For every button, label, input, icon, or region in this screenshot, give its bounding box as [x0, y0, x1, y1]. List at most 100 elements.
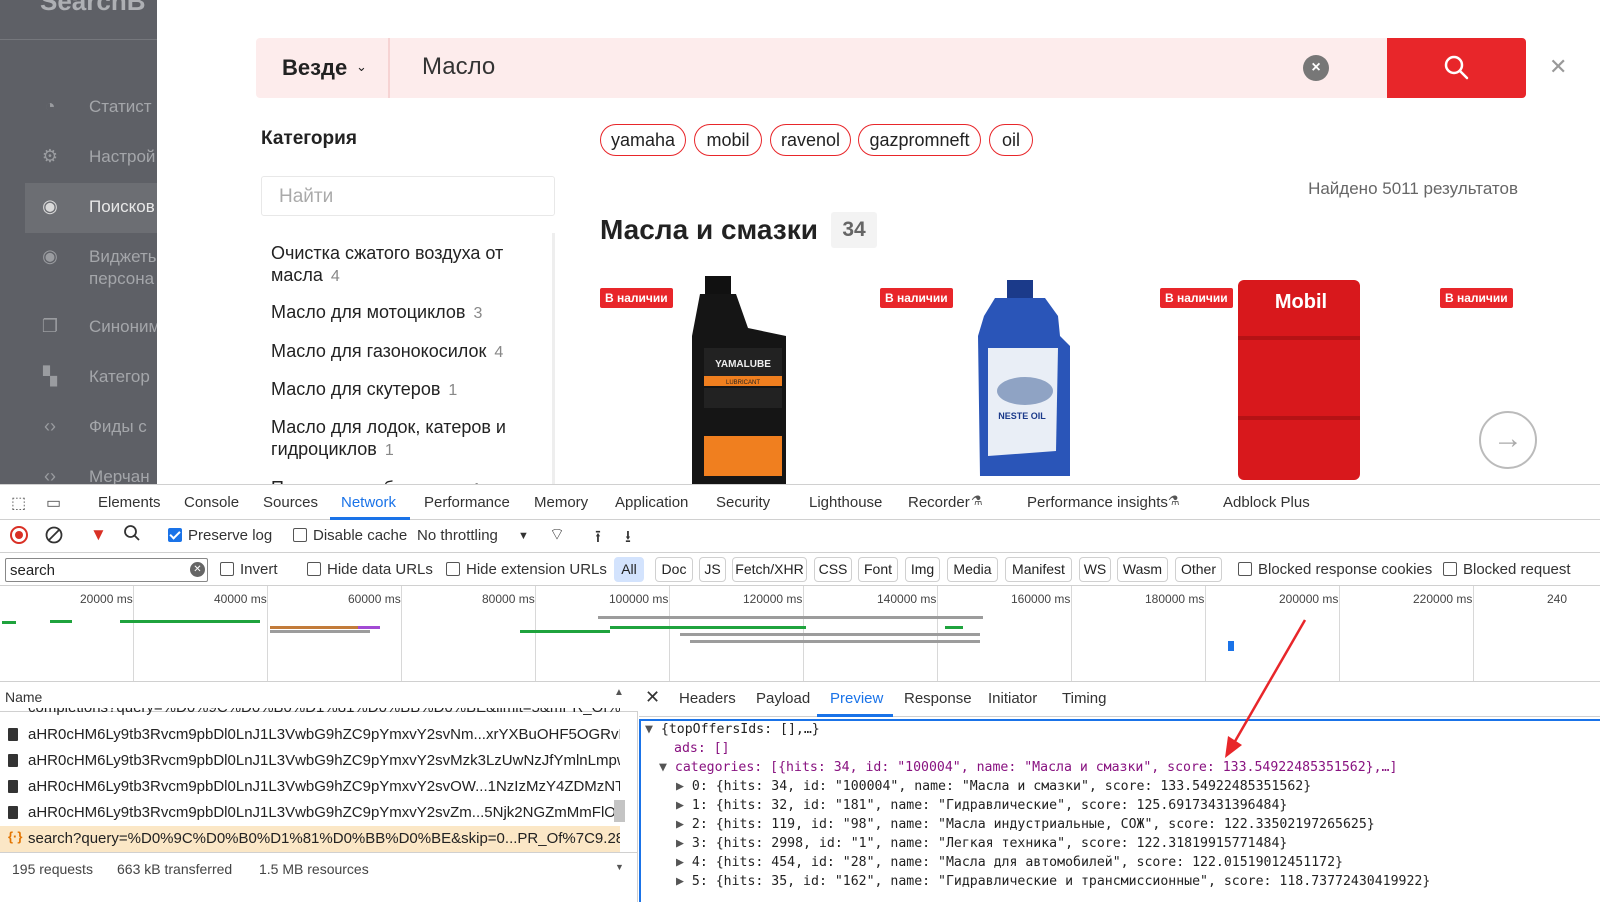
- tab-headers[interactable]: Headers: [679, 690, 736, 707]
- type-filter-fetch[interactable]: Fetch/XHR: [732, 557, 807, 582]
- tab-adblock-plus[interactable]: Adblock Plus: [1223, 494, 1310, 511]
- sort-arrow-icon[interactable]: ▲: [614, 687, 624, 698]
- tab-timing[interactable]: Timing: [1062, 690, 1106, 707]
- next-arrow-icon[interactable]: →: [1479, 411, 1537, 469]
- json-line[interactable]: ▶ 3: {hits: 2998, id: "1", name: "Легкая…: [676, 834, 1287, 853]
- sidebar-item-categories[interactable]: ▚ Категор: [0, 353, 157, 403]
- table-row[interactable]: completions?query=%D0%9C%D0%B0%D1%81%D0%…: [0, 708, 620, 718]
- search-icon[interactable]: [123, 524, 141, 546]
- chip[interactable]: mobil: [694, 124, 762, 156]
- table-row[interactable]: {·} search?query=%D0%9C%D0%B0%D1%81%D0%B…: [0, 826, 620, 852]
- chip[interactable]: yamaha: [600, 124, 686, 156]
- network-conditions-icon[interactable]: ⌔: [549, 524, 565, 545]
- chip[interactable]: gazpromneft: [858, 124, 981, 156]
- json-preview[interactable]: ▼ {topOffersIds: [],…} ads: [] ▼ categor…: [639, 719, 1600, 902]
- sidebar-item-settings[interactable]: ⚙ Настрой: [0, 133, 157, 183]
- tab-console[interactable]: Console: [184, 494, 239, 511]
- column-label: Name: [5, 689, 43, 705]
- tab-performance[interactable]: Performance: [424, 494, 510, 511]
- scrollbar-thumb[interactable]: [614, 800, 625, 822]
- product-card[interactable]: В наличии Mobil: [1160, 276, 1420, 494]
- tab-network[interactable]: Network: [341, 494, 396, 511]
- category-item[interactable]: Масло для скутеров 1: [271, 378, 541, 402]
- sidebar-item-search[interactable]: ◉ Поисков: [25, 183, 157, 233]
- tab-lighthouse[interactable]: Lighthouse: [809, 494, 882, 511]
- blocked-cookies-checkbox[interactable]: Blocked response cookies: [1238, 561, 1432, 578]
- scrollbar[interactable]: ▼: [612, 712, 627, 872]
- type-filter-wasm[interactable]: Wasm: [1117, 557, 1168, 582]
- category-item[interactable]: Масло для газонокосилок 4: [271, 340, 541, 364]
- type-filter-doc[interactable]: Doc: [655, 557, 693, 582]
- filter-icon[interactable]: ▼: [90, 525, 107, 545]
- type-filter-all[interactable]: All: [614, 557, 644, 582]
- table-row[interactable]: aHR0cHM6Ly9tb3Rvcm9pbDl0LnJ1L3VwbG9hZC9p…: [0, 748, 620, 774]
- chevron-down-icon[interactable]: ▼: [518, 530, 529, 542]
- scope-select[interactable]: Везде: [282, 55, 347, 81]
- json-line[interactable]: ▼ categories: [{hits: 34, id: "100004", …: [659, 758, 1397, 777]
- tab-security[interactable]: Security: [716, 494, 770, 511]
- chevron-down-icon[interactable]: ⌄: [356, 59, 367, 75]
- category-item[interactable]: Масло для мотоциклов 3: [271, 301, 541, 325]
- filter-input[interactable]: search ✕: [5, 558, 208, 582]
- json-line[interactable]: ▶ 2: {hits: 119, id: "98", name: "Масла …: [676, 815, 1375, 834]
- disable-cache-checkbox[interactable]: Disable cache: [293, 527, 407, 544]
- invert-checkbox[interactable]: Invert: [220, 561, 278, 578]
- clear-filter-icon[interactable]: ✕: [190, 562, 205, 577]
- type-filter-ws[interactable]: WS: [1079, 557, 1111, 582]
- hide-data-urls-checkbox[interactable]: Hide data URLs: [307, 561, 433, 578]
- type-filter-media[interactable]: Media: [947, 557, 998, 582]
- download-icon[interactable]: ⭳: [625, 524, 631, 553]
- product-card[interactable]: В наличии NESTE OIL: [880, 276, 1140, 494]
- sidebar-item-synonyms[interactable]: ❐ Синоним: [0, 303, 157, 353]
- tab-sources[interactable]: Sources: [263, 494, 318, 511]
- sidebar-item-stats[interactable]: ◔ Статист: [0, 83, 157, 133]
- product-card[interactable]: В наличии YAMALUBE LUBRICANT: [600, 276, 860, 494]
- chip[interactable]: oil: [989, 124, 1033, 156]
- type-filter-other[interactable]: Other: [1175, 557, 1222, 582]
- search-input[interactable]: Масло: [422, 53, 495, 81]
- category-item[interactable]: Очистка сжатого воздуха от масла 4: [271, 242, 541, 288]
- close-icon[interactable]: ✕: [1549, 54, 1567, 80]
- clear-log-icon[interactable]: [45, 526, 63, 548]
- type-filter-js[interactable]: JS: [699, 557, 726, 582]
- tab-response[interactable]: Response: [904, 690, 972, 707]
- json-line[interactable]: ▶ 4: {hits: 454, id: "28", name: "Масла …: [676, 853, 1343, 872]
- sidebar-item-widgets[interactable]: ◉ Виджеты персона: [0, 233, 157, 293]
- clear-icon[interactable]: ×: [1303, 55, 1329, 81]
- json-line[interactable]: ▶ 0: {hits: 34, id: "100004", name: "Мас…: [676, 777, 1311, 796]
- inspect-icon[interactable]: ⬚: [11, 493, 26, 513]
- throttling-select[interactable]: No throttling: [417, 527, 498, 544]
- tab-memory[interactable]: Memory: [534, 494, 588, 511]
- scroll-down-icon[interactable]: ▼: [615, 862, 624, 872]
- sidebar-item-feeds[interactable]: ‹› Фиды с: [0, 403, 157, 453]
- type-filter-css[interactable]: CSS: [814, 557, 852, 582]
- table-row[interactable]: aHR0cHM6Ly9tb3Rvcm9pbDl0LnJ1L3VwbG9hZC9p…: [0, 774, 620, 800]
- tab-initiator[interactable]: Initiator: [988, 690, 1037, 707]
- device-toolbar-icon[interactable]: ▭: [46, 493, 61, 513]
- type-filter-img[interactable]: Img: [905, 557, 940, 582]
- json-line[interactable]: ▼ {topOffersIds: [],…}: [645, 721, 820, 739]
- blocked-requests-checkbox[interactable]: Blocked request: [1443, 561, 1571, 578]
- hide-extension-urls-checkbox[interactable]: Hide extension URLs: [446, 561, 607, 578]
- chip[interactable]: ravenol: [770, 124, 851, 156]
- type-filter-font[interactable]: Font: [858, 557, 898, 582]
- tab-preview[interactable]: Preview: [830, 690, 883, 707]
- tab-elements[interactable]: Elements: [98, 494, 161, 511]
- category-search-input[interactable]: Найти: [261, 176, 555, 216]
- close-icon[interactable]: ✕: [645, 687, 660, 708]
- tab-recorder[interactable]: Recorder: [908, 494, 970, 511]
- table-row[interactable]: aHR0cHM6Ly9tb3Rvcm9pbDl0LnJ1L3VwbG9hZC9p…: [0, 722, 620, 748]
- json-line[interactable]: ▶ 1: {hits: 32, id: "181", name: "Гидрав…: [676, 796, 1287, 815]
- tab-performance-insights[interactable]: Performance insights: [1027, 494, 1168, 511]
- json-line[interactable]: ▶ 5: {hits: 35, id: "162", name: "Гидрав…: [676, 872, 1430, 891]
- table-row[interactable]: aHR0cHM6Ly9tb3Rvcm9pbDl0LnJ1L3VwbG9hZC9p…: [0, 800, 620, 826]
- tab-payload[interactable]: Payload: [756, 690, 810, 707]
- tab-application[interactable]: Application: [615, 494, 688, 511]
- network-timeline[interactable]: 20000 ms 40000 ms 60000 ms 80000 ms 1000…: [0, 586, 1600, 682]
- upload-icon[interactable]: ⭱: [595, 524, 601, 553]
- search-button[interactable]: [1387, 38, 1526, 98]
- record-icon[interactable]: [10, 526, 28, 548]
- preserve-log-checkbox[interactable]: Preserve log: [168, 527, 272, 544]
- type-filter-manifest[interactable]: Manifest: [1005, 557, 1072, 582]
- category-item[interactable]: Масло для лодок, катеров и гидроциклов 1: [271, 416, 541, 462]
